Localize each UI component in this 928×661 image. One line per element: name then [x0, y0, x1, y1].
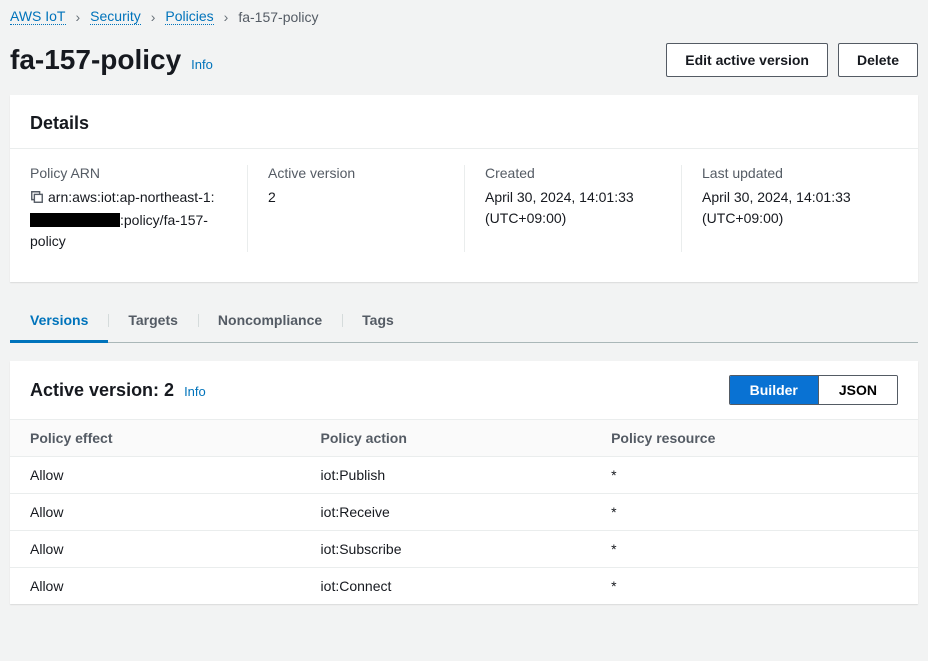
table-row: Allowiot:Publish* — [10, 457, 918, 494]
details-panel-title: Details — [10, 95, 918, 149]
active-version-label: Active version — [268, 165, 444, 181]
page-header: fa-157-policy Info Edit active version D… — [0, 33, 928, 95]
last-updated-value: April 30, 2024, 14:01:33 (UTC+09:00) — [702, 187, 878, 229]
col-policy-effect: Policy effect — [10, 420, 301, 457]
cell-effect: Allow — [10, 568, 301, 605]
active-version-title: Active version: 2 — [30, 380, 174, 401]
table-row: Allowiot:Subscribe* — [10, 531, 918, 568]
breadcrumb-link-security[interactable]: Security — [90, 8, 141, 25]
redacted-account-id — [30, 213, 120, 227]
delete-button[interactable]: Delete — [838, 43, 918, 77]
view-mode-toggle: Builder JSON — [729, 375, 898, 405]
breadcrumb-link-policies[interactable]: Policies — [165, 8, 213, 25]
cell-resource: * — [591, 531, 918, 568]
table-row: Allowiot:Receive* — [10, 494, 918, 531]
policy-arn-value: arn:aws:iot:ap-northeast-1::policy/fa-15… — [30, 189, 215, 249]
cell-resource: * — [591, 457, 918, 494]
cell-action: iot:Connect — [301, 568, 592, 605]
col-policy-resource: Policy resource — [591, 420, 918, 457]
col-policy-action: Policy action — [301, 420, 592, 457]
details-panel: Details Policy ARN arn:aws:iot:ap-northe… — [10, 95, 918, 282]
cell-action: iot:Publish — [301, 457, 592, 494]
json-toggle[interactable]: JSON — [818, 376, 897, 404]
cell-effect: Allow — [10, 457, 301, 494]
info-link[interactable]: Info — [191, 57, 213, 72]
breadcrumb-current: fa-157-policy — [238, 9, 318, 25]
chevron-right-icon: › — [151, 9, 156, 25]
tab-versions[interactable]: Versions — [10, 300, 108, 343]
cell-effect: Allow — [10, 531, 301, 568]
created-value: April 30, 2024, 14:01:33 (UTC+09:00) — [485, 187, 661, 229]
cell-resource: * — [591, 494, 918, 531]
chevron-right-icon: › — [76, 9, 81, 25]
breadcrumb-link-aws-iot[interactable]: AWS IoT — [10, 8, 66, 25]
cell-action: iot:Subscribe — [301, 531, 592, 568]
cell-resource: * — [591, 568, 918, 605]
edit-active-version-button[interactable]: Edit active version — [666, 43, 828, 77]
last-updated-label: Last updated — [702, 165, 878, 181]
created-label: Created — [485, 165, 661, 181]
page-title: fa-157-policy — [10, 44, 181, 76]
tab-bar: Versions Targets Noncompliance Tags — [10, 300, 918, 343]
table-row: Allowiot:Connect* — [10, 568, 918, 605]
tab-tags[interactable]: Tags — [342, 300, 414, 343]
cell-effect: Allow — [10, 494, 301, 531]
cell-action: iot:Receive — [301, 494, 592, 531]
active-version-panel: Active version: 2 Info Builder JSON Poli… — [10, 361, 918, 604]
builder-toggle[interactable]: Builder — [730, 376, 818, 404]
breadcrumb: AWS IoT › Security › Policies › fa-157-p… — [0, 0, 928, 33]
policy-arn-label: Policy ARN — [30, 165, 227, 181]
policy-statements-table: Policy effect Policy action Policy resou… — [10, 419, 918, 604]
info-link[interactable]: Info — [184, 384, 206, 399]
chevron-right-icon: › — [224, 9, 229, 25]
tab-targets[interactable]: Targets — [108, 300, 198, 343]
active-version-value: 2 — [268, 187, 444, 208]
copy-icon[interactable] — [30, 189, 44, 210]
tab-noncompliance[interactable]: Noncompliance — [198, 300, 342, 343]
